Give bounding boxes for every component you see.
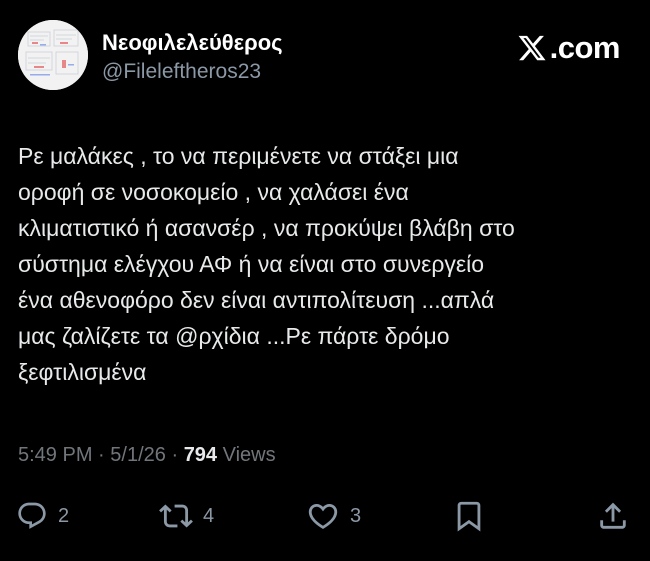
reply-button[interactable]: 2 <box>16 498 69 534</box>
like-count: 3 <box>350 504 362 527</box>
bookmark-button[interactable] <box>452 498 486 534</box>
repost-count: 4 <box>203 504 215 527</box>
repost-button[interactable]: 4 <box>159 498 214 534</box>
tweet-text: Ρε μαλάκες , το να περιμένετε να στάξει … <box>18 138 633 390</box>
tweet-text-line: ένα αθενοφόρο δεν είναι αντιπολίτευση ..… <box>18 287 495 313</box>
reply-count: 2 <box>58 504 70 527</box>
share-button[interactable] <box>596 498 630 534</box>
views-count: 794 <box>183 444 218 466</box>
bookmark-icon <box>457 501 481 532</box>
tweet-header: Νεοφιλελεύθερος @Fileleftheros23 .com <box>18 18 621 96</box>
avatar[interactable] <box>18 20 88 90</box>
tweet-text-line: σύστημα ελέγχου ΑΦ ή να είναι στο συνεργ… <box>18 251 485 277</box>
meta-separator: · <box>171 444 179 466</box>
heart-icon <box>308 503 338 529</box>
avatar-image <box>18 20 88 90</box>
tweet-text-line: Ρε μαλάκες , το να περιμένετε να στάξει … <box>18 143 459 169</box>
tweet-meta: 5:49 PM · 5/1/26 · 794 Views <box>18 444 276 467</box>
reply-bubble-icon <box>18 502 46 529</box>
user-handle[interactable]: @Fileleftheros23 <box>102 60 261 84</box>
share-upload-icon <box>600 502 626 529</box>
tweet-time[interactable]: 5:49 PM <box>18 444 92 466</box>
action-bar: 2 4 3 <box>16 498 636 538</box>
tweet-text-line: κλιματιστικό ή ασανσέρ , να προκύψει βλά… <box>18 215 515 241</box>
tweet-date[interactable]: 5/1/26 <box>110 444 166 466</box>
views-label: Views <box>222 444 276 466</box>
brand-domain-text: .com <box>549 30 621 65</box>
tweet-text-line: μας ζαλίζετε τα @ρχίδια ...Ρε πάρτε δρόμ… <box>18 323 450 349</box>
brand-logo: .com <box>516 30 621 66</box>
repost-arrows-icon <box>159 504 193 528</box>
display-name[interactable]: Νεοφιλελεύθερος <box>102 30 283 56</box>
tweet-text-line: οροφή σε νοσοκομείο , να χαλάσει ένα <box>18 179 409 205</box>
meta-separator: · <box>98 444 105 466</box>
like-button[interactable]: 3 <box>306 498 361 534</box>
x-logo-icon <box>518 35 546 61</box>
tweet-text-line: ξεφτιλισμένα <box>18 359 147 385</box>
